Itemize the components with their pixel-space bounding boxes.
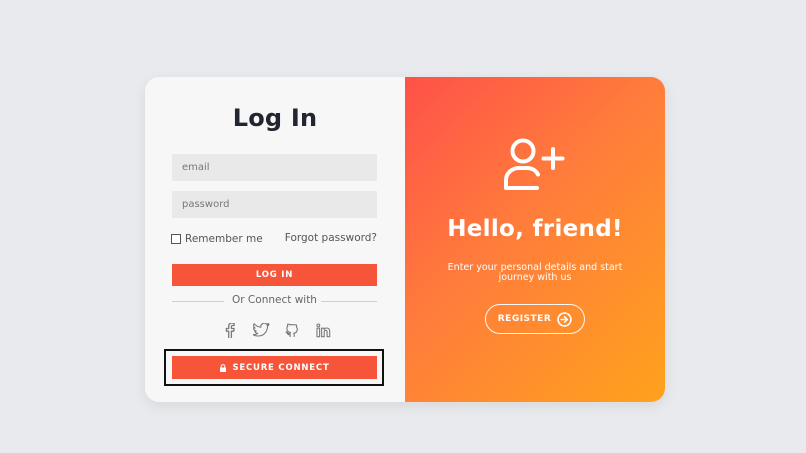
secure-connect-label: SECURE CONNECT <box>232 362 330 373</box>
email-field[interactable] <box>172 154 377 181</box>
secure-connect-highlight: SECURE CONNECT <box>164 349 384 386</box>
auth-card: Log In Remember me Forgot password? LOG … <box>145 77 665 402</box>
remember-me[interactable]: Remember me <box>171 232 263 245</box>
register-label: REGISTER <box>497 314 552 324</box>
github-icon[interactable] <box>284 322 302 338</box>
facebook-icon[interactable] <box>221 322 239 338</box>
connect-divider: Or Connect with <box>172 294 377 308</box>
welcome-panel: Hello, friend! Enter your personal detai… <box>405 77 665 402</box>
twitter-icon[interactable] <box>252 322 270 338</box>
page-title: Log In <box>232 104 318 132</box>
divider-line-right <box>321 301 377 302</box>
connect-with-label: Or Connect with <box>232 294 317 306</box>
arrow-right-circle-icon <box>557 311 572 327</box>
secure-connect-button[interactable]: SECURE CONNECT <box>172 356 377 379</box>
remember-checkbox[interactable] <box>171 233 181 244</box>
social-links <box>221 322 333 338</box>
forgot-password-link[interactable]: Forgot password? <box>285 232 377 244</box>
register-button[interactable]: REGISTER <box>485 304 585 334</box>
lock-icon <box>220 363 227 372</box>
add-user-icon <box>504 138 565 190</box>
welcome-title: Hello, friend! <box>447 216 623 242</box>
login-button[interactable]: LOG IN <box>172 264 377 286</box>
remember-label: Remember me <box>185 232 263 245</box>
login-panel: Log In Remember me Forgot password? LOG … <box>145 77 405 402</box>
welcome-description: Enter your personal details and start jo… <box>447 262 623 283</box>
linkedin-icon[interactable] <box>315 322 333 338</box>
password-field[interactable] <box>172 191 377 218</box>
